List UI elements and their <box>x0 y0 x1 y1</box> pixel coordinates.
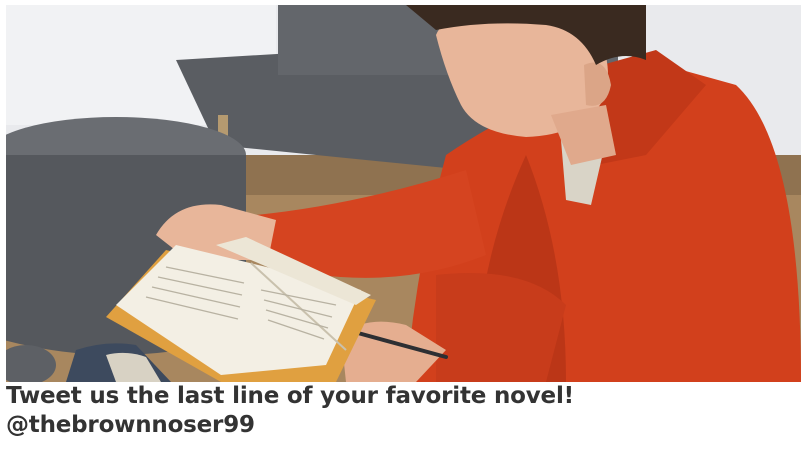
photo-illustration <box>6 5 801 382</box>
post-card: Tweet us the last line of your favorite … <box>0 0 808 449</box>
post-caption: Tweet us the last line of your favorite … <box>6 382 801 440</box>
caption-text: Tweet us the last line of your favorite … <box>6 383 574 409</box>
twitter-handle: @thebrownnoser99 <box>6 412 255 438</box>
post-photo <box>6 5 801 382</box>
